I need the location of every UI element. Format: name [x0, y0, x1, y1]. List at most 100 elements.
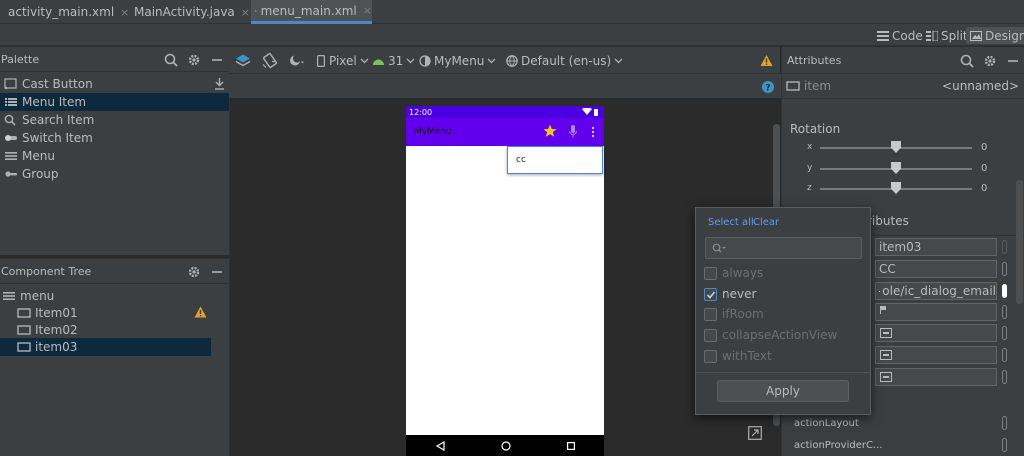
- locale-selector[interactable]: Default (en-us): [506, 52, 623, 69]
- panel-title: Palette: [1, 52, 40, 66]
- back-icon[interactable]: [436, 441, 445, 451]
- attr-pick-button[interactable]: [1002, 416, 1007, 430]
- panel-title: Component Tree: [1, 264, 92, 278]
- checkbox[interactable]: [704, 287, 717, 301]
- warning-icon[interactable]: [194, 306, 207, 318]
- gear-icon[interactable]: [187, 265, 201, 279]
- flag-icon[interactable]: [879, 305, 888, 314]
- tree-root-menu[interactable]: menu: [0, 287, 229, 305]
- code-icon: [877, 30, 889, 41]
- tab-main-activity[interactable]: c MainActivity.java ×: [126, 0, 250, 24]
- option-always[interactable]: always: [704, 264, 763, 282]
- option-never[interactable]: never: [704, 285, 756, 303]
- item-icon: [786, 81, 800, 91]
- switch-icon: [5, 135, 17, 141]
- tree-item-item03[interactable]: item03: [0, 338, 211, 356]
- selected-item-row: item <unnamed>: [786, 77, 1022, 95]
- icon-field[interactable]: ole/ic_dialog_email: [875, 282, 997, 300]
- tree-item-item02[interactable]: Item02: [0, 321, 229, 339]
- item-icon: [17, 342, 31, 352]
- option-ifroom[interactable]: ifRoom: [704, 305, 764, 323]
- api-level-selector[interactable]: 31: [372, 52, 415, 69]
- device-selector[interactable]: Pixel: [317, 52, 369, 69]
- attr-pick-button[interactable]: [1002, 262, 1007, 276]
- tab-menu-main[interactable]: menu_main.xml ×: [251, 0, 372, 24]
- tree-item-item01[interactable]: Item01: [0, 304, 229, 322]
- id-field[interactable]: item03: [875, 238, 997, 256]
- select-all-link[interactable]: Select all: [708, 217, 754, 228]
- minimize-icon[interactable]: [1006, 54, 1020, 68]
- checkbox[interactable]: [704, 307, 717, 321]
- split-mode-button[interactable]: Split: [926, 27, 968, 44]
- palette-item-menu[interactable]: Menu: [0, 147, 229, 165]
- apply-button[interactable]: Apply: [717, 380, 849, 402]
- phone-preview[interactable]: 12:00 MyMenu cc: [406, 106, 604, 456]
- checkbox[interactable]: [704, 328, 717, 342]
- close-icon[interactable]: ×: [241, 6, 250, 19]
- editor-tab-bar: activity_main.xml × c MainActivity.java …: [0, 0, 1024, 24]
- palette-item-cast-button[interactable]: Cast Button: [0, 75, 229, 93]
- gear-icon[interactable]: [983, 54, 997, 68]
- help-icon[interactable]: ?: [762, 81, 774, 93]
- attr-pick-button[interactable]: [1002, 438, 1007, 452]
- theme-selector[interactable]: MyMenu: [419, 52, 496, 69]
- title-field[interactable]: CC: [875, 260, 997, 278]
- attr-pick-button[interactable]: [1002, 370, 1007, 384]
- cast-icon: [4, 78, 17, 90]
- layers-icon[interactable]: [235, 52, 251, 69]
- recents-icon[interactable]: [567, 442, 575, 450]
- tab-activity-main[interactable]: activity_main.xml ×: [0, 0, 129, 24]
- resize-icon[interactable]: [748, 426, 762, 440]
- orientation-icon[interactable]: [261, 52, 279, 69]
- phone-icon: [317, 54, 325, 67]
- overflow-menu-item[interactable]: cc: [507, 146, 603, 174]
- minimize-icon[interactable]: [210, 265, 224, 279]
- attribute-dropdown[interactable]: [875, 346, 997, 364]
- attribute-dropdown[interactable]: [875, 303, 997, 321]
- attr-pick-button[interactable]: [1002, 305, 1007, 319]
- search-icon: [4, 114, 16, 126]
- attr-pick-button[interactable]: [1002, 284, 1007, 298]
- code-mode-button[interactable]: Code: [877, 27, 923, 44]
- axis-label: y: [807, 163, 813, 173]
- close-icon[interactable]: ×: [363, 4, 372, 17]
- clear-link[interactable]: Clear: [753, 217, 779, 228]
- checkbox[interactable]: [704, 266, 717, 280]
- attr-pick-button[interactable]: [1002, 240, 1007, 254]
- gear-icon[interactable]: [187, 53, 201, 67]
- attributes-scrollbar[interactable]: [1016, 180, 1023, 304]
- dropdown-icon: [880, 350, 892, 360]
- minimize-icon[interactable]: [210, 53, 224, 67]
- chevron-down-icon: [614, 58, 623, 63]
- attribute-dropdown[interactable]: [875, 324, 997, 342]
- chevron-down-icon: [360, 58, 369, 63]
- option-collapse-action-view[interactable]: collapseActionView: [704, 326, 837, 344]
- attr-pick-button[interactable]: [1002, 326, 1007, 340]
- overflow-menu-icon[interactable]: [591, 126, 595, 138]
- mic-icon[interactable]: [569, 125, 577, 138]
- attr-pick-button[interactable]: [1002, 348, 1007, 362]
- status-time: 12:00: [409, 107, 433, 117]
- check-icon: [706, 290, 716, 299]
- axis-label: z: [807, 183, 812, 193]
- attribute-dropdown[interactable]: [875, 368, 997, 386]
- palette-item-search-item[interactable]: Search Item: [0, 111, 229, 129]
- download-icon[interactable]: [214, 78, 225, 90]
- dropdown-icon: [880, 328, 892, 338]
- search-icon[interactable]: [164, 53, 178, 67]
- design-mode-button[interactable]: Design: [966, 27, 1024, 44]
- night-mode-icon[interactable]: [288, 52, 306, 69]
- search-icon[interactable]: [960, 54, 974, 68]
- rotation-label: Rotation: [790, 122, 841, 136]
- palette-item-switch-item[interactable]: Switch Item: [0, 129, 229, 147]
- checkbox[interactable]: [704, 349, 717, 363]
- star-icon[interactable]: [543, 124, 557, 138]
- palette-item-group[interactable]: Group: [0, 165, 229, 183]
- item-icon: [17, 325, 31, 335]
- wifi-battery-icon: [582, 108, 598, 116]
- option-with-text[interactable]: withText: [704, 347, 772, 365]
- warning-icon[interactable]: [760, 52, 773, 69]
- home-icon[interactable]: [501, 441, 511, 451]
- flag-search-input[interactable]: [705, 237, 862, 259]
- palette-item-menu-item[interactable]: Menu Item: [0, 93, 229, 111]
